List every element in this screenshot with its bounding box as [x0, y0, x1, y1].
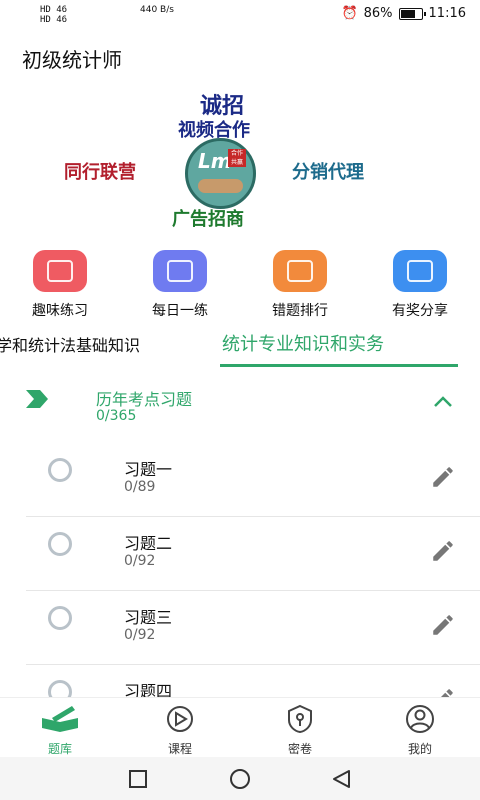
quick-action-share[interactable]: 有奖分享 [365, 250, 475, 320]
item-progress: 0/92 [124, 627, 156, 643]
chapter-progress: 0/365 [96, 408, 137, 424]
quick-action-fun-practice[interactable]: 趣味练习 [5, 250, 115, 320]
battery-percent: 86% [363, 6, 393, 21]
quick-action-label: 趣味练习 [32, 303, 88, 319]
nav-course[interactable]: 课程 [140, 704, 220, 757]
list-item[interactable]: 习题一 0/89 [0, 446, 480, 520]
back-icon[interactable] [331, 769, 351, 793]
chevron-up-icon[interactable] [432, 394, 454, 413]
quick-action-label: 有奖分享 [392, 303, 448, 319]
alarm-icon: ⏰ [341, 6, 358, 21]
list-item[interactable]: 习题三 0/92 [0, 594, 480, 668]
item-title: 习题一 [124, 460, 173, 479]
quick-action-daily[interactable]: 每日一练 [125, 250, 235, 320]
question-bank-icon [40, 706, 80, 738]
daily-icon [153, 250, 207, 292]
nav-profile[interactable]: 我的 [380, 704, 460, 757]
practice-icon [33, 250, 87, 292]
network-speed: 440 B/s [140, 5, 174, 15]
quick-action-label: 每日一练 [152, 303, 208, 319]
chapter-title: 历年考点习题 [96, 390, 193, 409]
radio-icon[interactable] [48, 606, 72, 630]
banner-left-text: 同行联营 [64, 162, 136, 183]
home-icon[interactable] [229, 769, 251, 795]
pencil-icon[interactable] [430, 538, 456, 568]
subject-tabs: 学和统计法基础知识 统计专业知识和实务 [0, 322, 480, 370]
radio-icon[interactable] [48, 458, 72, 482]
profile-icon [400, 705, 440, 738]
nav-label: 题库 [47, 742, 72, 756]
recent-apps-icon[interactable] [128, 769, 148, 793]
radio-icon[interactable] [48, 532, 72, 556]
banner-right-text: 分销代理 [292, 162, 364, 183]
nav-question-bank[interactable]: 题库 [20, 704, 100, 757]
handshake-icon [198, 179, 243, 193]
chapter-header[interactable]: 历年考点习题 0/365 [0, 380, 480, 432]
nav-label: 密卷 [287, 742, 312, 756]
list-item[interactable]: 习题二 0/92 [0, 520, 480, 594]
bottom-navigation: 题库 课程 密卷 我的 [0, 697, 480, 758]
divider [26, 590, 480, 591]
tab-statistics-practice[interactable]: 统计专业知识和实务 [222, 330, 384, 356]
divider [26, 516, 480, 517]
promo-banner[interactable]: 诚招 视频合作 同行联营 分销代理 广告招商 Lm 合作 共赢 [60, 88, 420, 233]
item-progress: 0/92 [124, 553, 156, 569]
item-title: 习题二 [124, 534, 173, 553]
item-progress: 0/89 [124, 479, 156, 495]
page-title: 初级统计师 [22, 48, 122, 72]
system-navigation [0, 757, 480, 800]
item-title: 习题三 [124, 608, 173, 627]
active-tab-indicator [220, 364, 458, 367]
quick-action-ranking[interactable]: 错题排行 [245, 250, 355, 320]
network-indicators: HD 46 HD 46 [40, 5, 68, 25]
handshake-logo: Lm 合作 共赢 [185, 138, 256, 209]
seal-stamp: 合作 共赢 [228, 149, 246, 167]
nav-label: 课程 [167, 742, 192, 756]
divider [26, 664, 480, 665]
quick-actions: 趣味练习 每日一练 错题排行 有奖分享 [0, 250, 480, 320]
ranking-icon [273, 250, 327, 292]
nav-secret-paper[interactable]: 密卷 [260, 704, 340, 757]
pencil-icon[interactable] [430, 464, 456, 494]
lock-paper-icon [280, 704, 320, 738]
tab-statistics-law[interactable]: 学和统计法基础知识 [0, 332, 140, 356]
battery-icon [398, 7, 426, 20]
status-bar: HD 46 HD 46 440 B/s ⏰ 86% 11:16 [0, 0, 480, 30]
quick-action-label: 错题排行 [272, 303, 328, 319]
nav-label: 我的 [407, 742, 432, 756]
share-icon [393, 250, 447, 292]
pencil-icon[interactable] [430, 612, 456, 642]
play-course-icon [160, 706, 200, 738]
clock: 11:16 [428, 6, 466, 21]
banner-bottom-text: 广告招商 [172, 209, 244, 230]
